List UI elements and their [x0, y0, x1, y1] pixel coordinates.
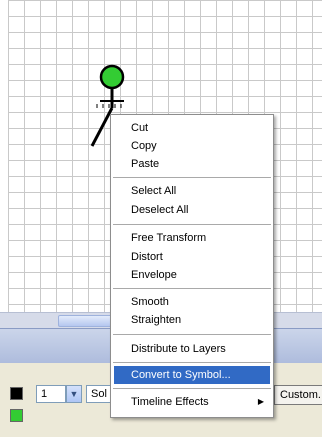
triangle-right-icon: ▶ [257, 397, 264, 406]
menu-separator [113, 362, 271, 363]
figure-head[interactable] [99, 64, 125, 90]
custom-stroke-button[interactable]: Custom... [274, 385, 322, 405]
menu-separator [113, 334, 271, 335]
fill-color-swatch[interactable] [10, 409, 23, 422]
menu-item-free-transform[interactable]: Free Transform [114, 229, 270, 247]
menu-item-distort[interactable]: Distort [114, 248, 270, 266]
menu-item-label: Timeline Effects [131, 396, 209, 408]
stroke-size-input[interactable]: 1 [36, 385, 66, 403]
menu-separator [113, 177, 271, 178]
figure-leg[interactable] [90, 107, 114, 147]
menu-item-timeline-effects[interactable]: Timeline Effects ▶ [114, 393, 270, 411]
menu-item-copy[interactable]: Copy [114, 137, 270, 155]
menu-item-select-all[interactable]: Select All [114, 182, 270, 200]
chevron-down-icon[interactable]: ▼ [66, 385, 82, 403]
menu-item-paste[interactable]: Paste [114, 155, 270, 173]
menu-item-deselect-all[interactable]: Deselect All [114, 201, 270, 219]
context-menu: Cut Copy Paste Select All Deselect All F… [110, 114, 274, 418]
menu-item-cut[interactable]: Cut [114, 119, 270, 137]
menu-item-smooth[interactable]: Smooth [114, 293, 270, 311]
menu-separator [113, 388, 271, 389]
menu-item-straighten[interactable]: Straighten [114, 311, 270, 329]
menu-separator [113, 224, 271, 225]
menu-item-envelope[interactable]: Envelope [114, 266, 270, 284]
stroke-color-swatch[interactable] [10, 387, 23, 400]
menu-item-distribute-to-layers[interactable]: Distribute to Layers [114, 340, 270, 358]
menu-item-convert-to-symbol[interactable]: Convert to Symbol... [114, 366, 270, 384]
menu-separator [113, 288, 271, 289]
